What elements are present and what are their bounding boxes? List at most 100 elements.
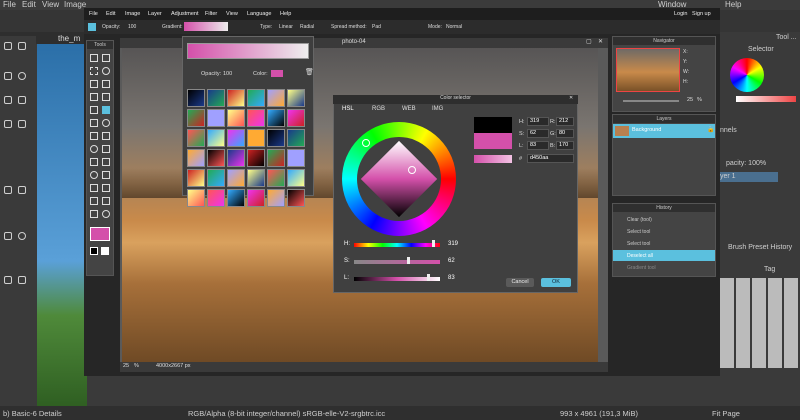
popup-opacity-value[interactable]: 100 — [223, 71, 232, 77]
ellipse-icon[interactable] — [18, 72, 26, 80]
pencil-icon[interactable] — [102, 80, 110, 88]
ok-button[interactable]: OK — [541, 278, 571, 287]
tab-hsl[interactable]: HSL — [342, 106, 354, 112]
history-item[interactable]: Clear (tool) — [613, 214, 715, 225]
login-link[interactable]: Login — [674, 11, 687, 17]
menu-help[interactable]: Help — [280, 11, 291, 17]
stamp-icon[interactable] — [90, 119, 98, 127]
gradient-swatch[interactable] — [287, 129, 305, 147]
rectangle-icon[interactable] — [4, 72, 12, 80]
tab-web[interactable]: WEB — [402, 106, 416, 112]
type-linear[interactable]: Linear — [279, 24, 293, 30]
gradient-swatch[interactable] — [187, 149, 205, 167]
menu-image[interactable]: Image — [125, 11, 140, 17]
mode-value[interactable]: Normal — [446, 24, 462, 30]
gradient-swatch[interactable] — [247, 109, 265, 127]
nav-zoom-value[interactable]: 25 — [687, 97, 693, 103]
l-slider-handle[interactable] — [427, 274, 430, 281]
hex-input[interactable]: d450aa — [527, 154, 574, 163]
navigator-thumbnail[interactable] — [616, 48, 680, 92]
spot-heal-icon[interactable] — [90, 184, 98, 192]
dialog-close-icon[interactable]: ✕ — [569, 95, 573, 101]
tab-img[interactable]: IMG — [432, 106, 443, 112]
gradient-preview[interactable] — [187, 43, 309, 59]
menu-file[interactable]: File — [89, 11, 98, 17]
bg-color-slider[interactable] — [736, 96, 796, 102]
bezier-icon[interactable] — [4, 120, 12, 128]
bg-tool-tab[interactable]: Tool ... — [776, 34, 797, 41]
gradient-swatch[interactable] — [267, 149, 285, 167]
gradient-swatch[interactable] — [267, 89, 285, 107]
gradient-icon[interactable] — [18, 186, 26, 194]
wand-icon[interactable] — [90, 80, 98, 88]
gradient-swatch[interactable] — [207, 169, 225, 187]
gradient-swatch[interactable] — [267, 109, 285, 127]
gradient-swatch[interactable] — [227, 169, 245, 187]
gradient-swatch[interactable] — [207, 129, 225, 147]
gradient-swatch[interactable] — [187, 129, 205, 147]
gradient-swatch[interactable] — [287, 169, 305, 187]
gradient-swatch[interactable] — [227, 109, 245, 127]
hue-marker[interactable] — [362, 139, 370, 147]
color-marker[interactable] — [408, 166, 416, 174]
type-icon[interactable] — [102, 197, 110, 205]
bg-tab[interactable]: the_m — [58, 34, 80, 43]
gradient-swatch[interactable] — [187, 109, 205, 127]
close-icon[interactable]: ✕ — [598, 38, 603, 45]
previous-color-swatch[interactable] — [474, 117, 512, 133]
gradient-swatch[interactable] — [287, 189, 305, 207]
field-l[interactable]: 83 — [527, 141, 549, 150]
gradient-swatch[interactable] — [207, 109, 225, 127]
zoom-value[interactable]: 25 — [123, 363, 129, 369]
menu-view[interactable]: View — [226, 11, 238, 17]
dodge-icon[interactable] — [102, 158, 110, 166]
new-color-swatch[interactable] — [474, 133, 512, 149]
crop-icon[interactable] — [90, 54, 98, 62]
cancel-button[interactable]: Cancel — [506, 278, 534, 287]
gradient-swatch[interactable] — [267, 169, 285, 187]
gradient-swatch[interactable] — [287, 109, 305, 127]
bg-menu-edit[interactable]: Edit — [22, 0, 36, 9]
eraser-icon[interactable] — [102, 93, 110, 101]
polyline-icon[interactable] — [18, 96, 26, 104]
select-rect-icon[interactable] — [4, 232, 12, 240]
pinch-icon[interactable] — [90, 197, 98, 205]
maximize-icon[interactable]: ▢ — [586, 38, 592, 45]
s-slider[interactable] — [354, 260, 440, 264]
bloat-icon[interactable] — [102, 184, 110, 192]
gradient-swatch[interactable] — [247, 169, 265, 187]
lasso-icon[interactable] — [102, 67, 110, 75]
color-replace-icon[interactable] — [102, 119, 110, 127]
menu-language[interactable]: Language — [247, 11, 271, 17]
gradient-swatch[interactable] — [227, 149, 245, 167]
burn-icon[interactable] — [90, 171, 98, 179]
hand-icon[interactable] — [90, 210, 98, 218]
bg-menu-help[interactable]: Help — [725, 0, 741, 9]
sharpen-icon[interactable] — [90, 145, 98, 153]
bg-menu-image[interactable]: Image — [64, 0, 86, 9]
bg-color-wheel[interactable] — [730, 58, 764, 92]
menu-adjustment[interactable]: Adjustment — [171, 11, 199, 17]
history-item[interactable]: Deselect all — [613, 250, 715, 261]
zoom-icon[interactable] — [4, 276, 12, 284]
menu-edit[interactable]: Edit — [106, 11, 115, 17]
gradient-swatch[interactable] — [287, 89, 305, 107]
s-slider-handle[interactable] — [407, 257, 410, 264]
gradient-swatch[interactable] — [227, 189, 245, 207]
gradient-swatch[interactable] — [187, 169, 205, 187]
blur-icon[interactable] — [102, 132, 110, 140]
popup-color-swatch[interactable] — [271, 70, 283, 77]
gradient-picker[interactable] — [184, 22, 228, 31]
opacity-value[interactable]: 100 — [128, 24, 136, 30]
drawing-icon[interactable] — [90, 132, 98, 140]
red-eye-icon[interactable] — [102, 171, 110, 179]
gradient-swatch[interactable] — [247, 129, 265, 147]
gradient-swatch[interactable] — [287, 149, 305, 167]
gradient-swatch[interactable] — [227, 89, 245, 107]
layer-row-background[interactable]: Background 🔒 — [613, 124, 715, 138]
menu-layer[interactable]: Layer — [148, 11, 162, 17]
gradient-swatch[interactable] — [247, 89, 265, 107]
nav-zoom-slider[interactable] — [623, 100, 679, 102]
gradient-swatch[interactable] — [227, 129, 245, 147]
edit-shapes-icon[interactable] — [18, 42, 26, 50]
